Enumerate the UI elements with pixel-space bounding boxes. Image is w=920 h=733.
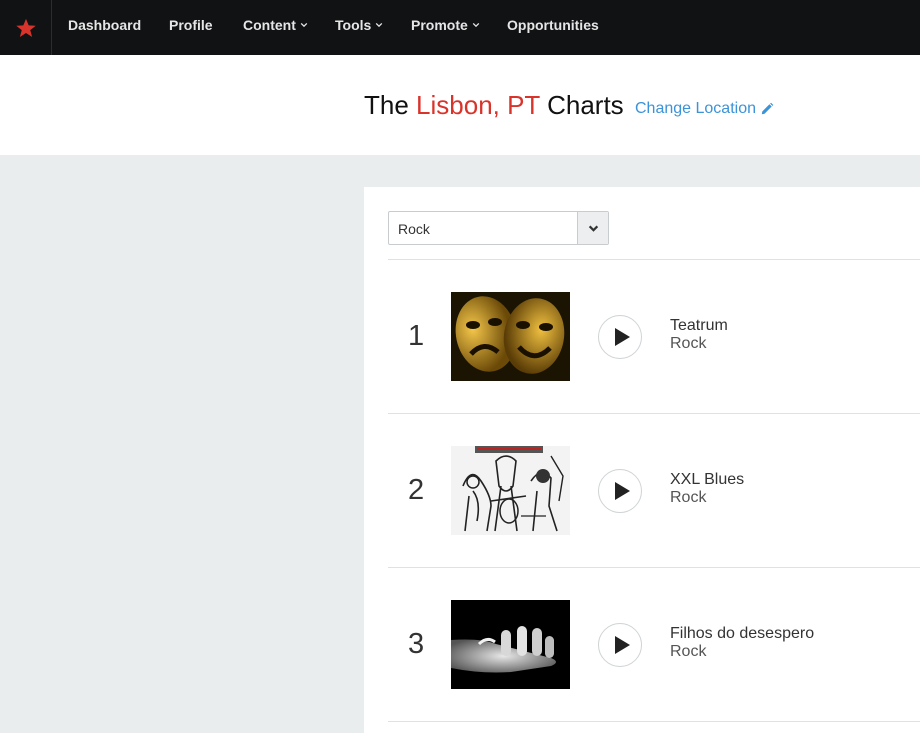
chart-row: 2 XXL Blues Rock [388, 413, 920, 567]
chart-rank: 2 [408, 474, 425, 506]
charts-panel: Rock 1 Teatrum Rock 2 XXL Blues Rock 3 F… [364, 187, 920, 733]
nav-profile-label: Profile [169, 17, 213, 33]
sketch-band-artwork [451, 446, 570, 535]
chevron-down-icon [588, 225, 598, 232]
theatre-masks-artwork [451, 292, 570, 381]
nav-dashboard[interactable]: Dashboard [68, 17, 141, 33]
nav-tools-label: Tools [335, 17, 372, 33]
track-title[interactable]: Filhos do desespero [670, 625, 814, 643]
nav-content-label: Content [243, 17, 296, 33]
nav-tools[interactable]: Tools [335, 17, 383, 33]
play-icon [614, 328, 630, 346]
chart-rank: 3 [408, 628, 425, 660]
genre-select-toggle[interactable] [577, 212, 608, 244]
play-button[interactable] [598, 469, 642, 513]
nav-content[interactable]: Content [243, 17, 308, 33]
title-city: Lisbon, PT [416, 90, 540, 120]
page-title: The Lisbon, PT Charts [364, 90, 624, 121]
track-genre: Rock [670, 643, 707, 660]
chevron-down-icon [300, 22, 308, 28]
genre-select[interactable]: Rock [388, 211, 609, 245]
change-location-label: Change Location [635, 100, 756, 117]
title-prefix: The [364, 90, 417, 120]
divider [388, 721, 920, 722]
play-icon [614, 636, 630, 654]
track-title[interactable]: Teatrum [670, 317, 728, 335]
nav-promote[interactable]: Promote [411, 17, 480, 33]
logo-home-link[interactable] [0, 0, 52, 55]
nav-dashboard-label: Dashboard [68, 17, 142, 33]
track-artwork[interactable] [451, 292, 570, 381]
track-artwork[interactable] [451, 600, 570, 689]
hand-artwork [451, 600, 570, 689]
track-genre: Rock [670, 489, 707, 506]
chart-row: 1 Teatrum Rock [388, 259, 920, 413]
nav-opportunities-label: Opportunities [507, 17, 599, 33]
play-icon [614, 482, 630, 500]
chevron-down-icon [376, 22, 383, 28]
nav-profile[interactable]: Profile [169, 17, 213, 33]
nav-opportunities[interactable]: Opportunities [507, 17, 599, 33]
play-button[interactable] [598, 315, 642, 359]
track-title[interactable]: XXL Blues [670, 471, 744, 489]
genre-select-value: Rock [398, 221, 430, 237]
nav-promote-label: Promote [411, 17, 468, 33]
top-navbar: Dashboard Profile Content Tools Promote … [0, 0, 920, 55]
track-artwork[interactable] [451, 446, 570, 535]
change-location-link[interactable]: Change Location [635, 100, 774, 118]
page-header: The Lisbon, PT Charts Change Location [0, 55, 920, 155]
chevron-down-icon [472, 22, 480, 28]
chart-rank: 1 [408, 320, 425, 352]
track-genre: Rock [670, 335, 707, 352]
star-icon [15, 18, 36, 37]
title-suffix: Charts [539, 90, 624, 120]
play-button[interactable] [598, 623, 642, 667]
chart-row: 3 Filhos do desespero Rock [388, 567, 920, 721]
pencil-icon [761, 102, 774, 115]
